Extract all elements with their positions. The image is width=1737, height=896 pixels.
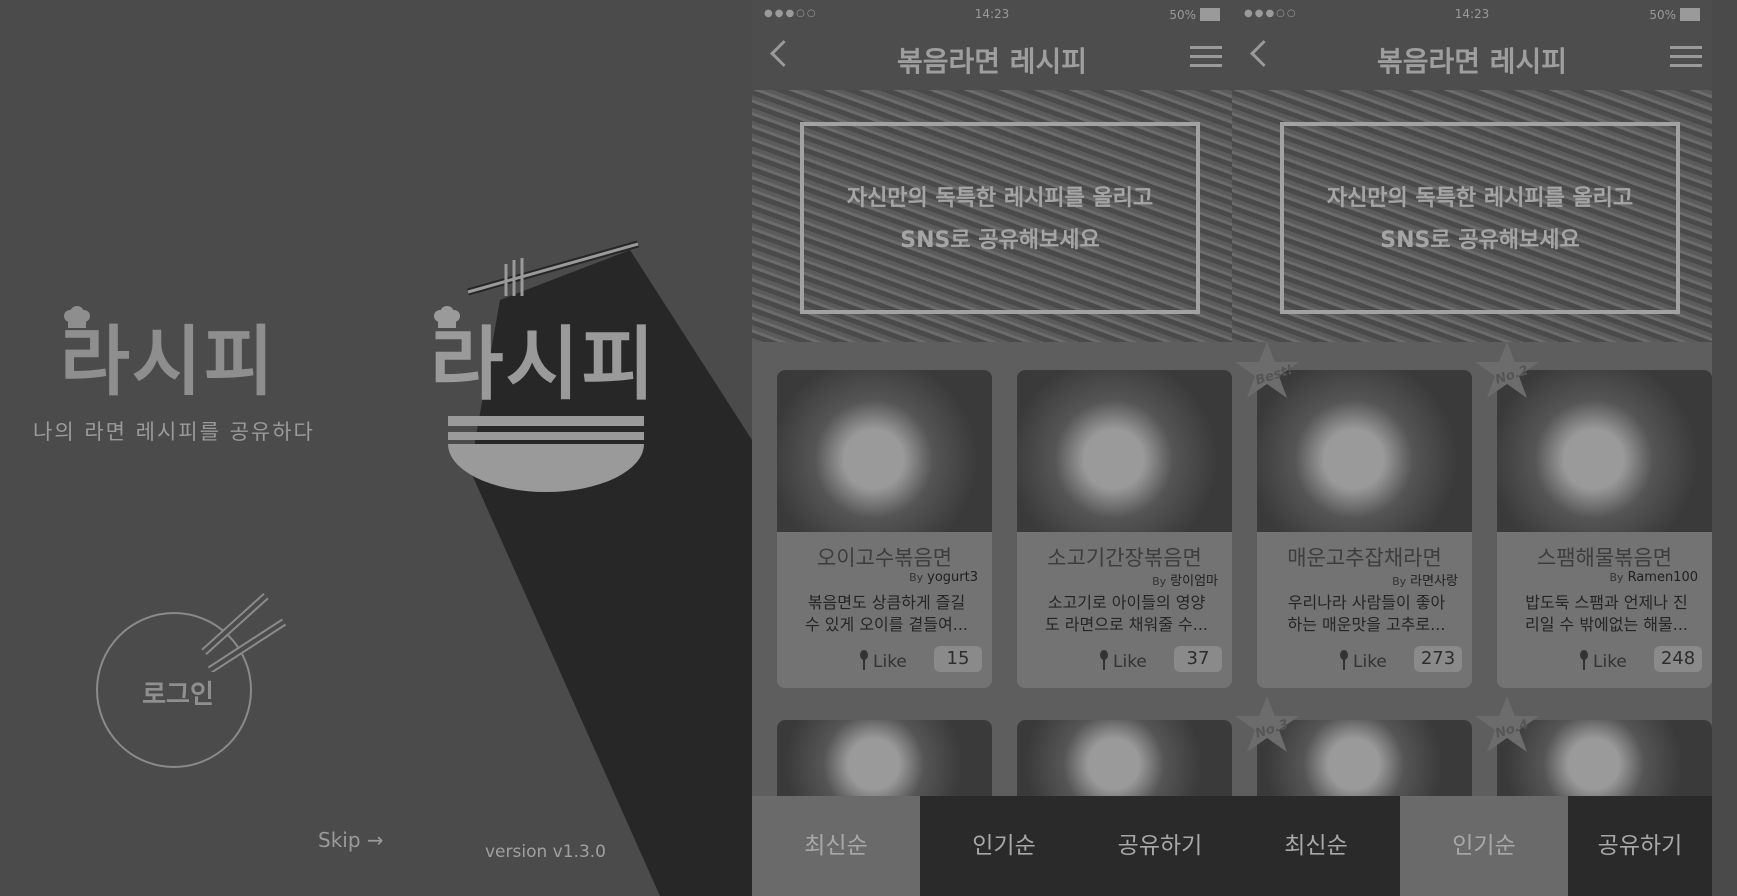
spoon-icon: [1100, 650, 1108, 670]
description-line1: 밥도둑 스팸과 언제나 진: [1525, 593, 1688, 612]
recipe-author: By Ramen100: [1610, 570, 1699, 585]
login-label: 로그인: [142, 680, 214, 710]
recipe-title: 소고기간장볶음면: [1047, 546, 1202, 570]
like-count: 15: [934, 646, 982, 672]
description-line2: 수 있게 오이를 곁들여...: [805, 615, 968, 634]
recipe-author: By yogurt3: [909, 570, 978, 585]
tab-share[interactable]: 공유하기: [1568, 796, 1712, 896]
skip-button[interactable]: Skip →: [318, 828, 384, 852]
recipe-title: 오이고수볶음면: [816, 546, 953, 570]
recipe-card[interactable]: 스팸해물볶음면 By Ramen100 밥도둑 스팸과 언제나 진리일 수 밖에없는 …: [1497, 370, 1712, 688]
like-count: 37: [1174, 646, 1222, 672]
tab-latest[interactable]: 최신순: [752, 796, 921, 896]
by-label: By: [1609, 571, 1624, 584]
recipe-card[interactable]: 소고기간장볶음면 By 랑이엄마 소고기로 아이들의 영양 도 라면으로 채워줄 수..…: [1017, 370, 1232, 688]
status-time: 14:23: [1454, 7, 1490, 21]
version-label: version v1.3.0: [485, 842, 606, 862]
by-label: By: [909, 571, 924, 584]
recipe-description: 우리나라 사람들이 좋아하는 매운맛을 고추로...: [1269, 592, 1464, 636]
menu-icon[interactable]: [1670, 46, 1702, 70]
like-button[interactable]: Like: [1353, 652, 1387, 672]
status-time: 14:23: [974, 7, 1010, 21]
like-button[interactable]: Like: [1593, 652, 1627, 672]
battery-percent: 50%: [1649, 8, 1676, 22]
recipe-card[interactable]: 오이고수볶음면 By yogurt3 볶음면도 상큼하게 즐길수 있게 오이를 곁들여…: [777, 370, 992, 688]
recipe-photo[interactable]: [777, 370, 992, 532]
description-line1: 우리나라 사람들이 좋아: [1287, 593, 1446, 612]
hero-frame: [1280, 122, 1680, 314]
spoon-icon: [860, 650, 868, 670]
recipe-list-screen-latest: ●●●○○ 14:23 50% 볶음라면 레시피 자신만의 독특한 레시피를 올리고 SN…: [752, 0, 1232, 896]
author-name: 랑이엄마: [1170, 574, 1218, 589]
recipe-description: 볶음면도 상큼하게 즐길수 있게 오이를 곁들여...: [789, 592, 984, 636]
by-label: By: [1152, 575, 1167, 588]
tab-popular[interactable]: 인기순: [1400, 796, 1569, 896]
hero-text-line1: 자신만의 독특한 레시피를 올리고: [846, 186, 1154, 211]
chopsticks-icon: [201, 593, 286, 672]
like-button[interactable]: Like: [873, 652, 907, 672]
hero-text-line2: SNS로 공유해보세요: [1380, 228, 1580, 253]
spoon-icon: [1340, 650, 1348, 670]
battery-percent: 50%: [1169, 8, 1196, 22]
author-name: Ramen100: [1627, 570, 1698, 585]
page-title: 볶음라면 레시피: [896, 45, 1088, 78]
status-bar: ●●●○○ 14:23 50%: [752, 0, 1232, 30]
hero-text-line2: SNS로 공유해보세요: [900, 228, 1100, 253]
description-line2: 도 라면으로 채워줄 수...: [1045, 615, 1208, 634]
tab-bar: 최신순 인기순 공유하기: [752, 796, 1232, 896]
recipe-list-screen-popular: ●●●○○ 14:23 50% 볶음라면 레시피 자신만의 독특한 레시피를 올리고 SN…: [1232, 0, 1712, 896]
battery-icon: [1200, 8, 1220, 21]
recipe-author: By 라면사랑: [1392, 570, 1458, 589]
app-logo-small: 라시피: [60, 317, 276, 406]
tab-popular[interactable]: 인기순: [920, 796, 1089, 896]
recipe-photo[interactable]: [777, 720, 992, 800]
splash-screen: 라시피 나의 라면 레시피를 공유하다 로그인 라시피 Skip → versi…: [0, 0, 752, 896]
description-line2: 하는 매운맛을 고추로...: [1287, 615, 1446, 634]
author-name: 라면사랑: [1410, 574, 1458, 589]
like-count: 248: [1654, 646, 1702, 672]
like-count: 273: [1414, 646, 1462, 672]
menu-icon[interactable]: [1190, 46, 1222, 70]
nav-bar: 볶음라면 레시피: [752, 30, 1232, 90]
like-button[interactable]: Like: [1113, 652, 1147, 672]
tagline: 나의 라면 레시피를 공유하다: [33, 420, 315, 444]
spoon-icon: [1580, 650, 1588, 670]
description-line2: 리일 수 밖에없는 해물...: [1525, 615, 1688, 634]
recipe-description: 밥도둑 스팸과 언제나 진리일 수 밖에없는 해물...: [1509, 592, 1704, 636]
recipe-card[interactable]: [777, 720, 992, 800]
recipe-title: 스팸해물볶음면: [1536, 546, 1673, 570]
bowl-icon: [448, 416, 644, 492]
recipe-card[interactable]: [1017, 720, 1232, 800]
nav-bar: 볶음라면 레시피: [1232, 30, 1712, 90]
app-logo-large: 라시피: [430, 318, 657, 411]
tab-latest[interactable]: 최신순: [1232, 796, 1401, 896]
recipe-photo[interactable]: [1017, 720, 1232, 800]
recipe-title: 매운고추잡채라면: [1287, 546, 1442, 570]
description-line1: 볶음면도 상큼하게 즐길: [807, 593, 966, 612]
recipe-author: By 랑이엄마: [1152, 570, 1218, 589]
recipe-description: 소고기로 아이들의 영양도 라면으로 채워줄 수...: [1029, 592, 1224, 636]
chopsticks-icon: [467, 240, 639, 296]
by-label: By: [1392, 575, 1407, 588]
hero-text-line1: 자신만의 독특한 레시피를 올리고: [1326, 186, 1634, 211]
battery-icon: [1680, 8, 1700, 21]
recipe-card[interactable]: 매운고추잡채라면 By 라면사랑 우리나라 사람들이 좋아 하는 매운맛을 고추로...…: [1257, 370, 1472, 688]
status-bar: ●●●○○ 14:23 50%: [1232, 0, 1712, 30]
recipe-photo[interactable]: [1017, 370, 1232, 532]
tab-bar: 최신순 인기순 공유하기: [1232, 796, 1712, 896]
page-title: 볶음라면 레시피: [1376, 45, 1568, 78]
hero-frame: [800, 122, 1200, 314]
description-line1: 소고기로 아이들의 영양: [1047, 593, 1206, 612]
author-name: yogurt3: [927, 570, 978, 585]
tab-share[interactable]: 공유하기: [1088, 796, 1232, 896]
